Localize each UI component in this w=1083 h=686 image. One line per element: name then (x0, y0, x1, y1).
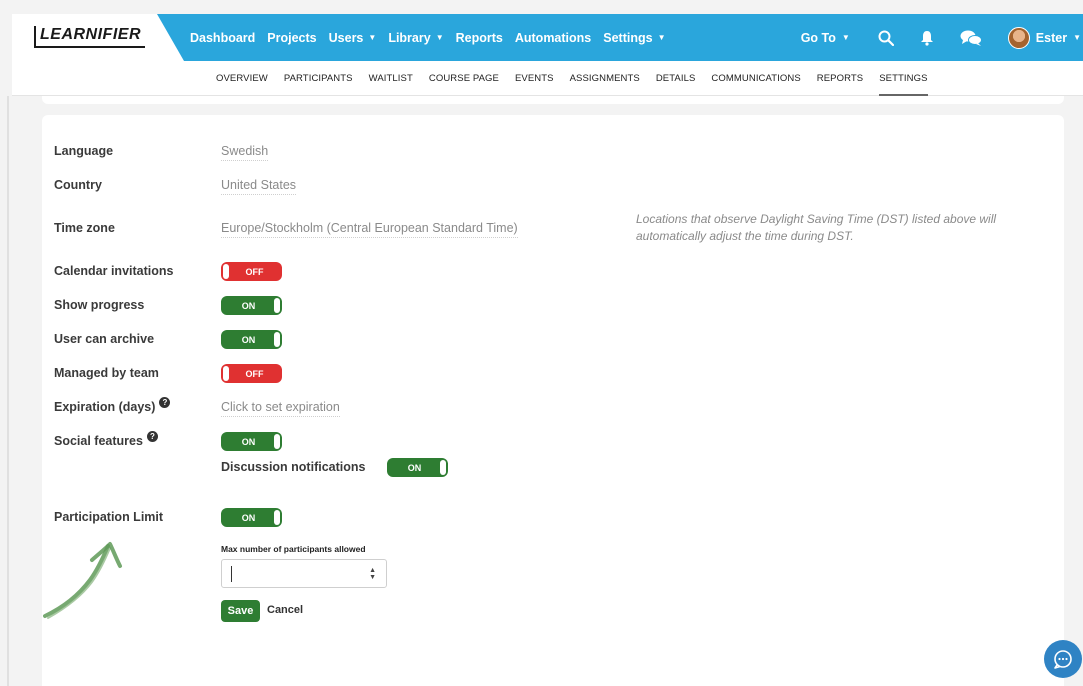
nav-projects[interactable]: Projects (267, 31, 316, 45)
tab-communications[interactable]: COMMUNICATIONS (711, 61, 800, 96)
language-value[interactable]: Swedish (221, 144, 269, 161)
tab-reports[interactable]: REPORTS (817, 61, 863, 96)
expiration-value[interactable]: Click to set expiration (221, 400, 340, 417)
nav-users[interactable]: Users ▼ (329, 31, 377, 45)
show-progress-toggle[interactable]: ON (221, 296, 282, 315)
learnifier-logo[interactable]: LEARNIFIER (34, 26, 145, 48)
toggle-knob (223, 264, 229, 279)
caret-down-icon: ▼ (1073, 33, 1081, 42)
tab-details[interactable]: DETAILS (656, 61, 696, 96)
chat-bubbles-icon[interactable] (960, 30, 982, 46)
timezone-hint: Locations that observe Daylight Saving T… (636, 212, 997, 243)
language-label: Language (54, 144, 114, 158)
participation-limit-label: Participation Limit (54, 510, 164, 524)
timezone-value[interactable]: Europe/Stockholm (Central European Stand… (221, 221, 518, 238)
logo-area: LEARNIFIER (12, 14, 184, 61)
discussion-notifications-toggle[interactable]: ON (387, 458, 448, 477)
avatar (1007, 26, 1030, 49)
chat-icon (1054, 650, 1072, 669)
user-can-archive-toggle[interactable]: ON (221, 330, 282, 349)
participation-limit-toggle[interactable]: ON (221, 508, 282, 527)
toggle-knob (274, 332, 280, 347)
help-icon[interactable]: ? (146, 430, 158, 442)
tab-waitlist[interactable]: WAITLIST (369, 61, 413, 96)
help-icon[interactable]: ? (159, 396, 171, 408)
caret-down-icon: ▼ (435, 33, 444, 42)
caret-down-icon: ▼ (841, 33, 850, 42)
max-participants-label: Max number of participants allowed (221, 544, 366, 554)
search-icon[interactable] (878, 30, 894, 46)
cancel-button[interactable]: Cancel (267, 604, 303, 616)
tab-course-page[interactable]: COURSE PAGE (429, 61, 499, 96)
social-features-toggle[interactable]: ON (221, 432, 282, 451)
bell-icon[interactable] (920, 30, 934, 46)
nav-reports[interactable]: Reports (456, 31, 503, 45)
show-progress-label: Show progress (54, 298, 145, 312)
course-subnav: OVERVIEW PARTICIPANTS WAITLIST COURSE PA… (12, 61, 1083, 96)
tab-participants[interactable]: PARTICIPANTS (284, 61, 353, 96)
discussion-notifications-label: Discussion notifications (221, 460, 366, 474)
managed-by-team-label: Managed by team (54, 366, 159, 380)
tab-events[interactable]: EVENTS (515, 61, 554, 96)
chat-support-button[interactable] (1044, 640, 1082, 678)
previous-card-bottom (42, 96, 1064, 104)
goto-dropdown[interactable]: Go To ▼ (801, 31, 850, 45)
number-spinner[interactable]: ▲ ▼ (369, 567, 376, 581)
save-button[interactable]: Save (221, 600, 260, 622)
calendar-invitations-toggle[interactable]: OFF (221, 262, 282, 281)
timezone-label: Time zone (54, 221, 115, 235)
main-nav: Dashboard Projects Users ▼ Library ▼ Repor… (190, 14, 665, 61)
nav-right-group: Go To ▼ Ester ▼ (801, 14, 1083, 61)
nav-automations[interactable]: Automations (515, 31, 591, 45)
tab-assignments[interactable]: ASSIGNMENTS (570, 61, 640, 96)
country-label: Country (54, 178, 102, 192)
user-can-archive-label: User can archive (54, 332, 155, 346)
nav-dashboard[interactable]: Dashboard (190, 31, 255, 45)
toggle-knob (274, 510, 280, 525)
scrollbar-track (7, 96, 9, 686)
nav-library[interactable]: Library ▼ (388, 31, 443, 45)
settings-card (42, 115, 1064, 686)
max-participants-input[interactable]: ▲ ▼ (221, 559, 387, 588)
toggle-knob (223, 366, 229, 381)
caret-down-icon: ▼ (368, 33, 377, 42)
caret-down-icon: ▼ (657, 33, 666, 42)
tab-overview[interactable]: OVERVIEW (216, 61, 268, 96)
text-cursor (231, 566, 232, 582)
annotation-arrow-icon (43, 542, 122, 619)
calendar-invitations-label: Calendar invitations (54, 264, 174, 278)
nav-settings[interactable]: Settings ▼ (603, 31, 665, 45)
expiration-label: Expiration (days) ? (54, 396, 171, 414)
top-navigation-bar: LEARNIFIER Dashboard Projects Users ▼ Lib… (12, 14, 1083, 61)
toggle-knob (274, 298, 280, 313)
toggle-knob (274, 434, 280, 449)
country-value[interactable]: United States (221, 178, 297, 195)
toggle-knob (440, 460, 446, 475)
user-menu[interactable]: Ester ▼ (1007, 26, 1081, 49)
managed-by-team-toggle[interactable]: OFF (221, 364, 282, 383)
tab-settings[interactable]: SETTINGS (879, 61, 928, 96)
social-features-label: Social features ? (54, 430, 158, 448)
